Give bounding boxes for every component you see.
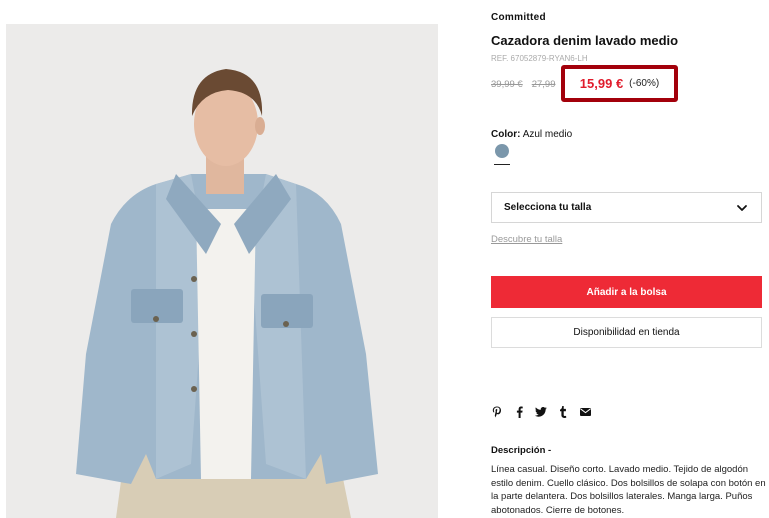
color-label: Color: Azul medio	[491, 129, 572, 140]
chevron-down-icon	[737, 204, 747, 211]
old-price-original: 39,99 €	[491, 79, 523, 90]
email-icon[interactable]	[579, 405, 591, 419]
color-label-title: Color:	[491, 129, 521, 140]
size-select[interactable]: Selecciona tu talla	[491, 192, 762, 223]
color-value: Azul medio	[522, 129, 573, 140]
old-prices: 39,99 € 27,99	[491, 79, 564, 90]
store-availability-button[interactable]: Disponibilidad en tienda	[491, 317, 762, 348]
tumblr-icon[interactable]	[557, 405, 569, 419]
product-title: Cazadora denim lavado medio	[491, 33, 679, 48]
find-size-link[interactable]: Descubre tu talla	[491, 234, 562, 245]
selected-swatch-indicator	[494, 164, 510, 165]
twitter-icon[interactable]	[535, 405, 547, 419]
discount-badge: (-60%)	[629, 78, 660, 89]
pinterest-icon[interactable]	[491, 405, 503, 419]
color-swatch-azul-medio[interactable]	[495, 144, 509, 158]
current-price-highlight: 15,99 € (-60%)	[561, 65, 678, 102]
current-price: 15,99 €	[579, 76, 624, 91]
facebook-icon[interactable]	[513, 405, 525, 419]
model-wearing-denim-jacket	[6, 24, 438, 518]
old-price-previous: 27,99	[531, 79, 556, 90]
size-select-label: Selecciona tu talla	[504, 202, 592, 213]
share-links	[491, 405, 591, 419]
description-title[interactable]: Descripción -	[491, 445, 551, 456]
brand-name[interactable]: Committed	[491, 12, 546, 23]
description-text: Línea casual. Diseño corto. Lavado medio…	[491, 464, 766, 516]
product-image[interactable]	[6, 24, 438, 518]
add-to-bag-button[interactable]: Añadir a la bolsa	[491, 276, 762, 308]
product-reference: REF. 67052879-RYAN6-LH	[491, 54, 588, 63]
